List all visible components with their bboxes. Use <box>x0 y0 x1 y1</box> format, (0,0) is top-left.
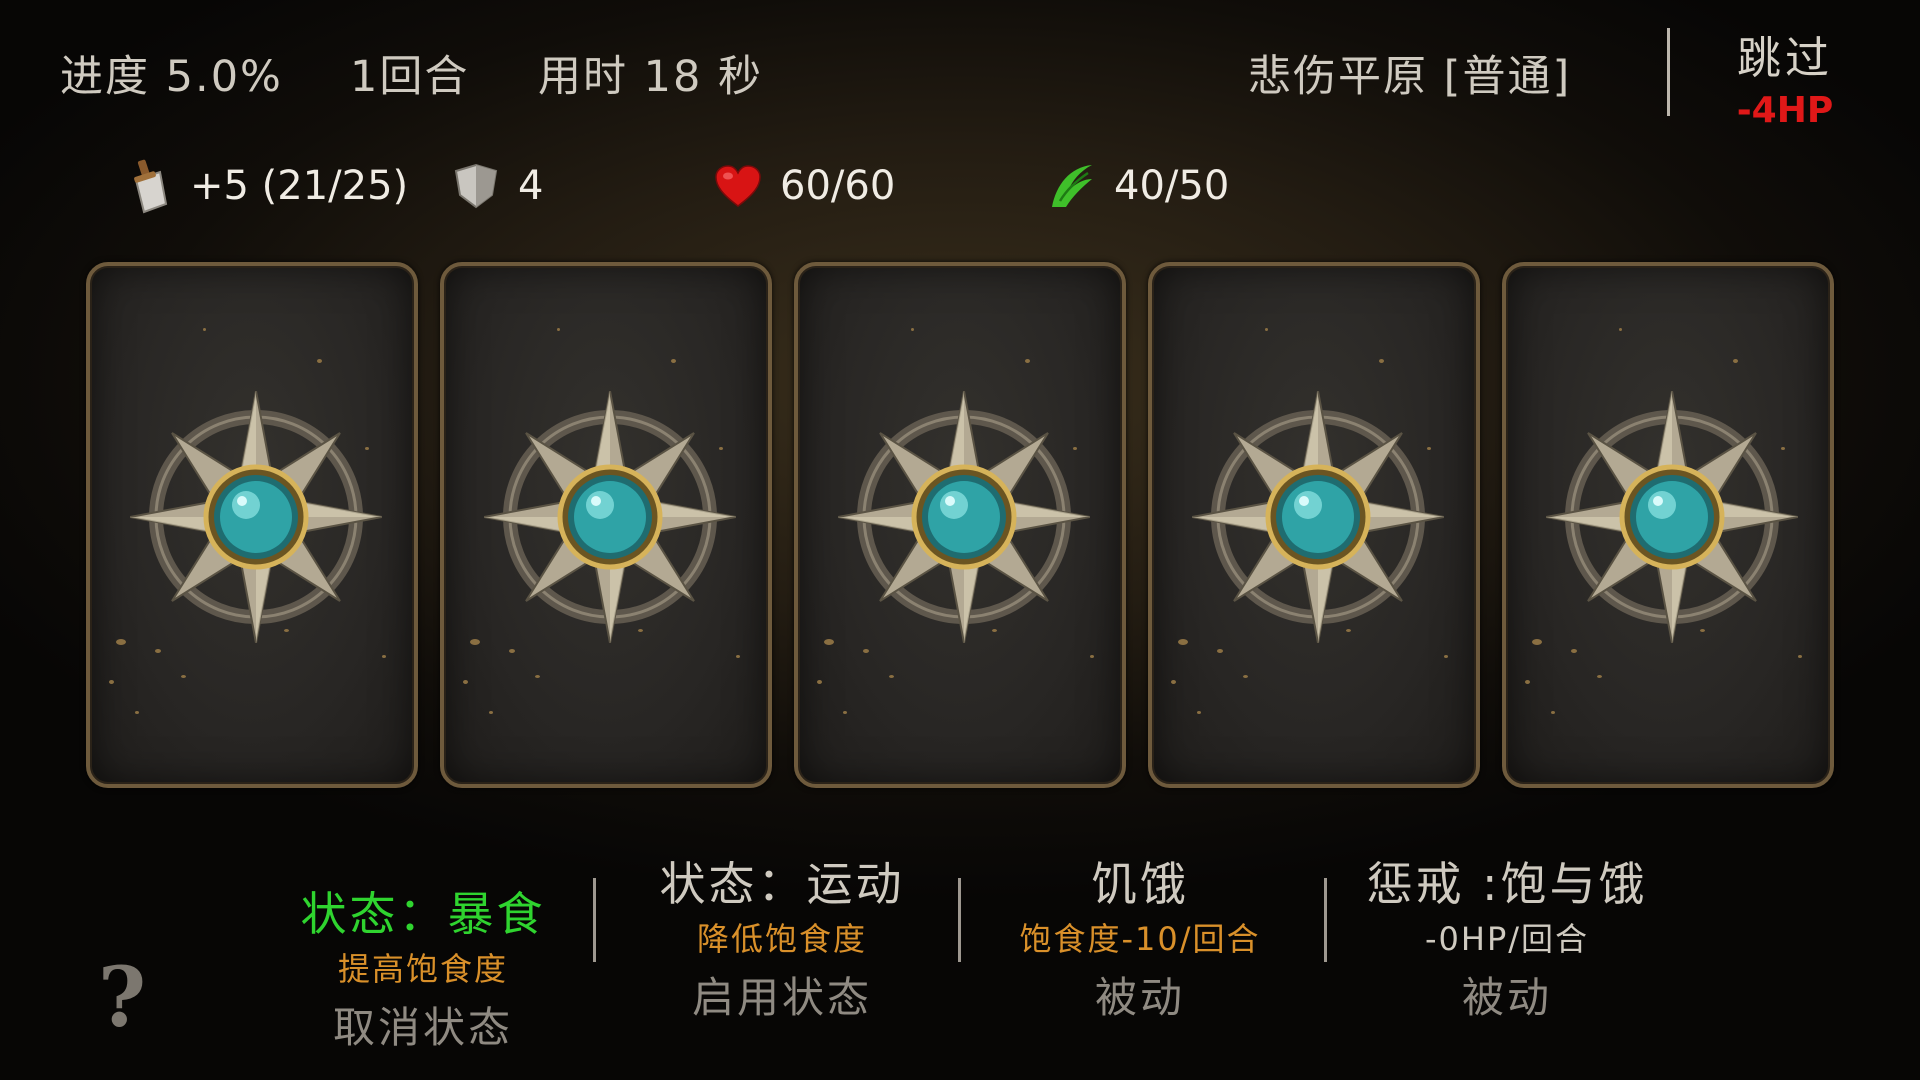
card-speck <box>316 359 322 364</box>
card-speck <box>109 680 115 685</box>
card-speck <box>823 638 834 645</box>
compass-star-emblem-icon <box>838 391 1090 643</box>
card-speck <box>469 638 480 645</box>
card-2[interactable] <box>440 262 772 788</box>
card-1[interactable] <box>86 262 418 788</box>
status-divider <box>1324 878 1327 962</box>
card-5[interactable] <box>1502 262 1834 788</box>
attack-value: +5 (21/25) <box>190 163 409 209</box>
status-gluttony-action[interactable]: 取消状态 <box>288 994 558 1055</box>
status-gluttony-title: 状态：暴食 <box>300 887 546 941</box>
shield-icon <box>454 163 498 209</box>
card-speck <box>735 654 740 658</box>
round-label: 1回合 <box>350 52 470 102</box>
attack-stat: +5 (21/25) <box>126 158 408 214</box>
status-punishment-desc: -0HP/回合 <box>1424 920 1590 958</box>
card-speck <box>1732 359 1738 364</box>
card-speck <box>1619 328 1623 332</box>
card-speck <box>115 638 126 645</box>
card-speck <box>1177 638 1188 645</box>
card-speck <box>1265 328 1269 332</box>
card-speck <box>1024 359 1030 364</box>
satiety-value: 40/50 <box>1114 163 1230 209</box>
card-speck <box>911 328 915 332</box>
status-exercise[interactable]: 状态：运动 降低饱食度 启用状态 <box>632 848 932 1025</box>
progress-label: 进度 5.0% <box>60 52 283 102</box>
card-speck <box>670 359 676 364</box>
card-speck <box>154 649 161 654</box>
card-speck <box>1378 359 1384 364</box>
card-speck <box>381 654 386 658</box>
card-speck <box>203 328 207 332</box>
skip-button[interactable]: 跳过 -4HP <box>1720 22 1850 131</box>
card-speck <box>1443 654 1448 658</box>
status-exercise-desc: 降低饱食度 <box>696 920 867 958</box>
card-speck <box>1171 680 1177 685</box>
status-punishment-title: 惩戒 :饱与饿 <box>1366 857 1648 911</box>
card-speck <box>463 680 469 685</box>
compass-star-emblem-icon <box>1192 391 1444 643</box>
time-label: 用时 18 秒 <box>538 52 764 102</box>
card-speck <box>862 649 869 654</box>
skip-label: 跳过 <box>1737 33 1833 84</box>
card-speck <box>489 711 494 715</box>
card-speck <box>1089 654 1094 658</box>
status-exercise-action[interactable]: 启用状态 <box>632 964 932 1025</box>
sword-icon <box>134 159 168 214</box>
card-speck <box>1242 675 1248 679</box>
armor-value: 4 <box>518 163 544 209</box>
card-3[interactable] <box>794 262 1126 788</box>
leaf-icon <box>1052 165 1092 207</box>
card-speck <box>1216 649 1223 654</box>
location-label: 悲伤平原 [普通] <box>1248 52 1572 102</box>
heart-icon <box>715 165 761 207</box>
status-hunger-action: 被动 <box>1094 973 1185 1022</box>
status-exercise-title: 状态：运动 <box>659 857 905 911</box>
satiety-stat: 40/50 <box>1046 158 1229 214</box>
card-speck <box>1797 654 1802 658</box>
card-4[interactable] <box>1148 262 1480 788</box>
card-speck <box>557 328 561 332</box>
status-punishment-action: 被动 <box>1461 973 1552 1022</box>
status-divider <box>593 878 596 962</box>
health-stat: 60/60 <box>714 158 895 214</box>
card-speck <box>1570 649 1577 654</box>
status-gluttony[interactable]: 状态：暴食 提高饱食度 取消状态 <box>288 878 558 1055</box>
status-gluttony-desc: 提高饱食度 <box>337 950 508 988</box>
skip-cost: -4HP <box>1736 90 1834 131</box>
help-button[interactable]: ? <box>98 950 146 1046</box>
compass-star-emblem-icon <box>484 391 736 643</box>
compass-star-emblem-icon <box>130 391 382 643</box>
card-speck <box>1596 675 1602 679</box>
card-speck <box>534 675 540 679</box>
status-hunger-title: 饥饿 <box>1091 857 1189 911</box>
card-speck <box>135 711 140 715</box>
card-speck <box>817 680 823 685</box>
card-speck <box>843 711 848 715</box>
card-speck <box>1525 680 1531 685</box>
card-speck <box>508 649 515 654</box>
status-hunger-desc: 饱食度-10/回合 <box>1019 920 1261 958</box>
header-divider <box>1667 28 1670 116</box>
card-speck <box>888 675 894 679</box>
armor-stat: 4 <box>452 158 543 214</box>
compass-star-emblem-icon <box>1546 391 1798 643</box>
status-punishment: 惩戒 :饱与饿 -0HP/回合 被动 <box>1342 848 1672 1025</box>
status-divider <box>958 878 961 962</box>
status-hunger: 饥饿 饱食度-10/回合 被动 <box>985 848 1295 1025</box>
card-speck <box>1531 638 1542 645</box>
card-speck <box>1197 711 1202 715</box>
health-value: 60/60 <box>780 163 896 209</box>
card-speck <box>180 675 186 679</box>
card-speck <box>1551 711 1556 715</box>
